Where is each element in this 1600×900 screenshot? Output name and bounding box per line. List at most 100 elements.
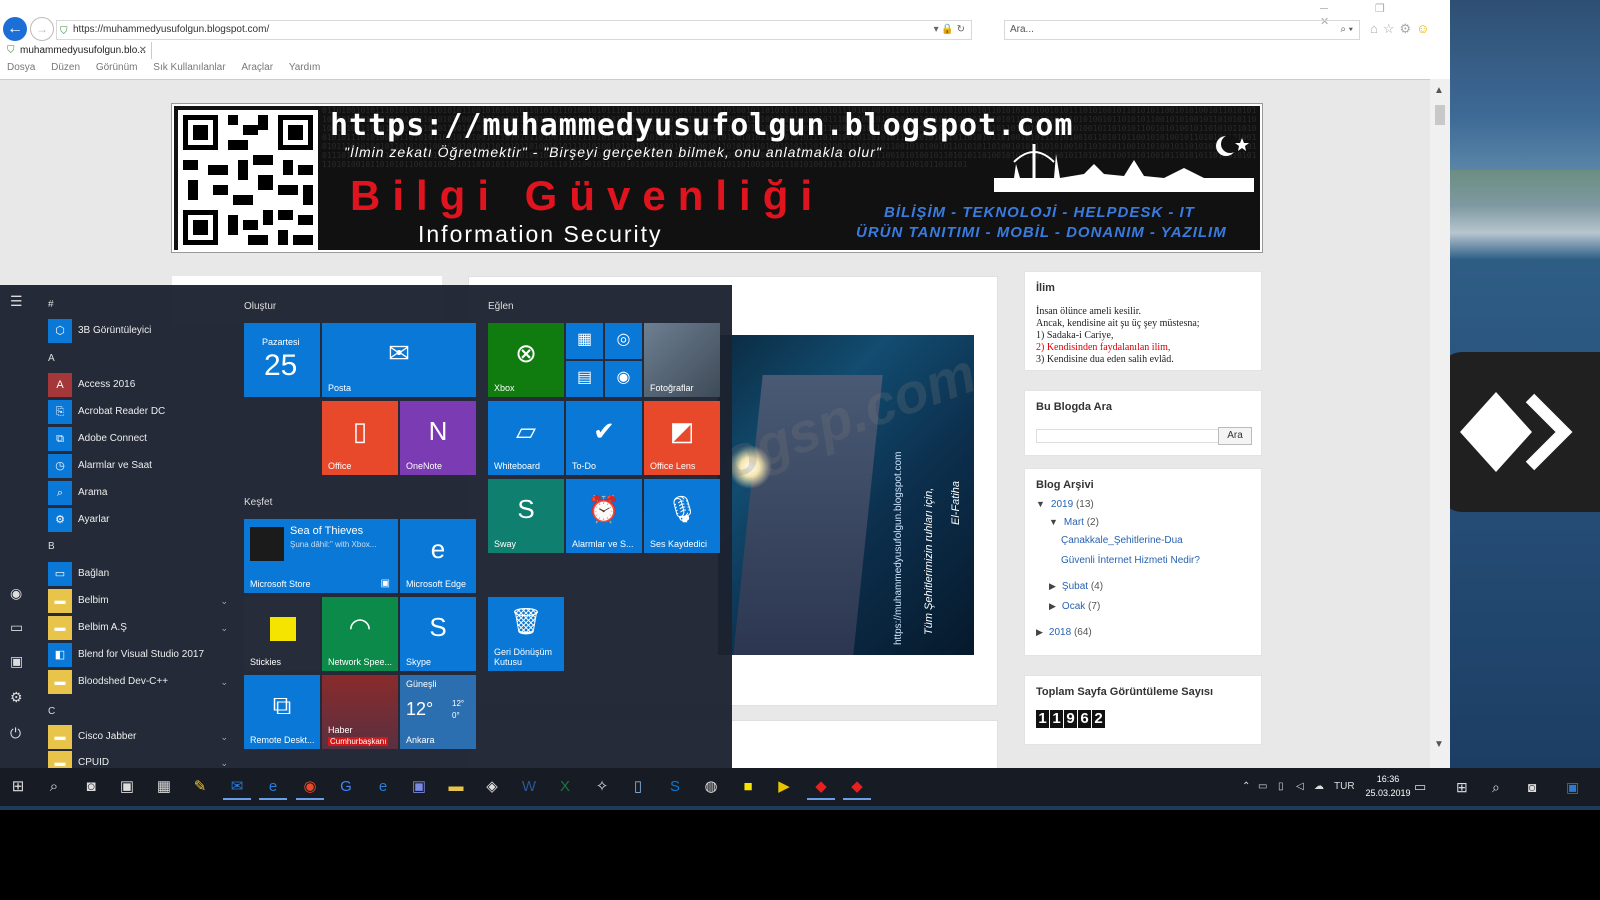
- blog-search-button[interactable]: Ara: [1218, 427, 1252, 445]
- search-icon[interactable]: ⌕: [40, 774, 68, 800]
- tile-remote-desktop[interactable]: ⧉ Remote Deskt...: [244, 675, 320, 749]
- app-icon[interactable]: ◈: [478, 774, 506, 800]
- tab-close-icon[interactable]: ✕: [139, 42, 147, 59]
- tile-sway[interactable]: S Sway: [488, 479, 564, 553]
- taskbar-clock[interactable]: 16:36 25.03.2019: [1364, 772, 1412, 800]
- connect-app-icon[interactable]: ▣: [405, 774, 433, 800]
- stickies-icon[interactable]: ■: [734, 774, 762, 800]
- tile-news[interactable]: Haber Cumhurbaşkanı: [322, 675, 398, 749]
- archive-post-link[interactable]: Güvenli İnternet Hizmeti Nedir?: [1061, 555, 1200, 566]
- app-search[interactable]: ⌕ Arama: [48, 481, 228, 505]
- toolbar-icons[interactable]: ⌂☆⚙☺: [1370, 21, 1434, 37]
- tile-officelens[interactable]: ◩ Office Lens: [644, 401, 720, 475]
- chrome-icon[interactable]: ◉: [296, 774, 324, 800]
- ie-icon[interactable]: e: [259, 774, 287, 800]
- scroll-up-icon[interactable]: ▲: [1434, 85, 1444, 96]
- app-3d-viewer[interactable]: ⬡ 3B Görüntüleyici: [48, 319, 228, 343]
- remote-camera-icon[interactable]: ◙: [1528, 768, 1536, 806]
- media-icon[interactable]: ▶: [770, 774, 798, 800]
- tile-voice-recorder[interactable]: 🎙 Ses Kaydedici: [644, 479, 720, 553]
- tile-alarms[interactable]: ⏰ Alarmlar ve S...: [566, 479, 642, 553]
- pen-icon[interactable]: ✎: [186, 774, 214, 800]
- excel-icon[interactable]: X: [551, 774, 579, 800]
- app-list-letter[interactable]: #: [48, 299, 54, 310]
- menu-help[interactable]: Yardım: [289, 60, 321, 76]
- forward-button[interactable]: →: [30, 17, 54, 41]
- folder-icon[interactable]: ▬: [442, 774, 470, 800]
- volume-icon[interactable]: ◁: [1296, 768, 1304, 806]
- tab-blog[interactable]: ⛉ muhammedyusufolgun.blo... ✕: [4, 42, 152, 59]
- remote-search-icon[interactable]: ⌕: [1492, 768, 1500, 806]
- network-icon[interactable]: ▯: [1278, 768, 1284, 806]
- archive-post-link[interactable]: Çanakkale_Şehitlerine-Dua: [1061, 535, 1183, 546]
- app-connect[interactable]: ▭ Bağlan: [48, 562, 228, 586]
- back-button[interactable]: ←: [3, 17, 27, 41]
- app-folder-belbim-as[interactable]: ▬ Belbim A.Ş ⌄: [48, 616, 228, 640]
- app-icon[interactable]: ✧: [588, 774, 616, 800]
- edge-icon[interactable]: e: [369, 774, 397, 800]
- url-field[interactable]: ⛉ https://muhammedyusufolgun.blogspot.co…: [56, 20, 972, 40]
- tile-calendar[interactable]: Pazartesi 25: [244, 323, 320, 397]
- tile-movies[interactable]: ▦: [566, 323, 603, 359]
- app-icon[interactable]: ◍: [697, 774, 725, 800]
- tile-stickies[interactable]: Stickies: [244, 597, 320, 671]
- remote-windows-icon[interactable]: ⊞: [1456, 768, 1468, 806]
- app-folder-cisco[interactable]: ▬ Cisco Jabber ⌄: [48, 725, 228, 749]
- tile-edge[interactable]: e Microsoft Edge: [400, 519, 476, 593]
- app-list-letter[interactable]: A: [48, 353, 55, 364]
- tile-xbox[interactable]: ⊗ Xbox: [488, 323, 564, 397]
- tile-mail[interactable]: ✉ Posta: [322, 323, 476, 397]
- app-alarms[interactable]: ◷ Alarmlar ve Saat: [48, 454, 228, 478]
- menu-tools[interactable]: Araçlar: [241, 60, 273, 76]
- app-list-letter[interactable]: C: [48, 706, 55, 717]
- app-folder-belbim[interactable]: ▬ Belbim ⌄: [48, 589, 228, 613]
- tile-whiteboard[interactable]: ▱ Whiteboard: [488, 401, 564, 475]
- app-acrobat[interactable]: ⎘ Acrobat Reader DC: [48, 400, 228, 424]
- notepad-icon[interactable]: ▯: [624, 774, 652, 800]
- archive-year-2019[interactable]: ▼ 2019 (13): [1036, 499, 1094, 510]
- remote-desktop-overlay[interactable]: [1440, 352, 1600, 512]
- tile-photos[interactable]: Fotoğraflar: [644, 323, 720, 397]
- outlook-icon[interactable]: ✉: [223, 774, 251, 800]
- app-adobe-connect[interactable]: ⧉ Adobe Connect: [48, 427, 228, 451]
- scroll-thumb[interactable]: [1435, 105, 1445, 125]
- url-tools[interactable]: ▾ 🔒 ↻: [934, 21, 965, 39]
- skype-icon[interactable]: S: [661, 774, 689, 800]
- app-access[interactable]: A Access 2016: [48, 373, 228, 397]
- tile-todo[interactable]: ✔ To-Do: [566, 401, 642, 475]
- anydesk-icon[interactable]: ◆: [843, 774, 871, 800]
- documents-icon[interactable]: ▭: [10, 619, 23, 636]
- pictures-icon[interactable]: ▣: [10, 653, 23, 670]
- tile-skype[interactable]: S Skype: [400, 597, 476, 671]
- hamburger-menu-icon[interactable]: ☰: [10, 293, 23, 310]
- menu-file[interactable]: Dosya: [7, 60, 35, 76]
- tile-recycle-bin[interactable]: 🗑 Geri Dönüşüm Kutusu: [488, 597, 564, 671]
- user-avatar-icon[interactable]: ◉: [10, 585, 22, 602]
- blog-header-banner[interactable]: 0110100101011101010010110101011001010100…: [171, 103, 1263, 253]
- tile-microsoft-store[interactable]: Sea of Thieves Şuna dâhil:" with Xbox...…: [244, 519, 398, 593]
- browser-search-field[interactable]: Ara... ⌕ ▾: [1004, 20, 1360, 40]
- camera-icon[interactable]: ◙: [77, 774, 105, 800]
- app-list-letter[interactable]: B: [48, 541, 55, 552]
- app-blend[interactable]: ◧ Blend for Visual Studio 2017: [48, 643, 228, 667]
- settings-gear-icon[interactable]: ⚙: [10, 689, 23, 706]
- search-icon[interactable]: ⌕ ▾: [1340, 21, 1353, 39]
- tile-groove[interactable]: ◎: [605, 323, 642, 359]
- weather-tray-icon[interactable]: ☁: [1314, 768, 1324, 806]
- anydesk-icon[interactable]: ◆: [807, 774, 835, 800]
- tile-onenote[interactable]: N OneNote: [400, 401, 476, 475]
- tile-weather[interactable]: Güneşli 12° 12° 0° Ankara: [400, 675, 476, 749]
- action-center-icon[interactable]: ▭: [1414, 768, 1426, 806]
- app-settings[interactable]: ⚙ Ayarlar: [48, 508, 228, 532]
- page-scrollbar[interactable]: ▲ ▼: [1430, 79, 1450, 780]
- archive-year-2018[interactable]: ▶ 2018 (64): [1036, 627, 1092, 638]
- app-folder-devcpp[interactable]: ▬ Bloodshed Dev-C++ ⌄: [48, 670, 228, 694]
- windows-start-icon[interactable]: ⊞: [4, 774, 32, 800]
- tile-office[interactable]: ▯ Office: [322, 401, 398, 475]
- archive-month-mart[interactable]: ▼ Mart (2): [1049, 517, 1099, 528]
- archive-month-ocak[interactable]: ▶ Ocak (7): [1049, 601, 1100, 612]
- tile-calculator[interactable]: ▤: [566, 361, 603, 397]
- calculator-icon[interactable]: ▦: [150, 774, 178, 800]
- menu-view[interactable]: Görünüm: [96, 60, 138, 76]
- remote-app-icon[interactable]: ▣: [1566, 768, 1579, 806]
